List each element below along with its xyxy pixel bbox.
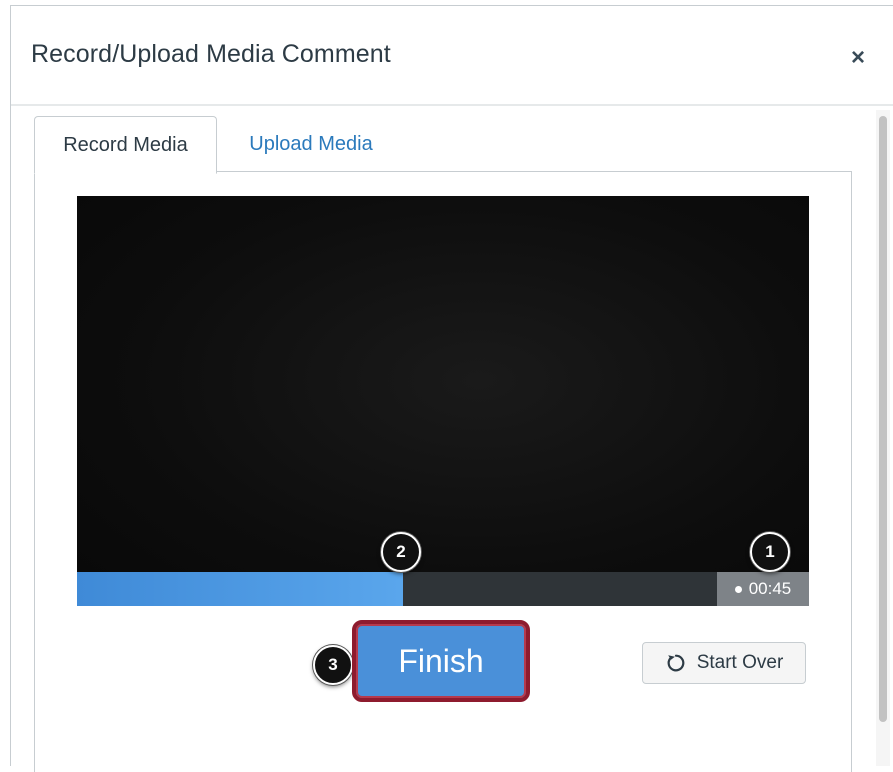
recording-progress-bar: 00:45: [77, 572, 809, 606]
start-over-label: Start Over: [696, 652, 784, 673]
recording-timer: 00:45: [717, 572, 809, 606]
callout-2: 2: [381, 532, 421, 572]
recording-dot-icon: [734, 585, 742, 593]
webcam-preview: 00:45 2 1: [77, 196, 809, 606]
dialog-scrollbar[interactable]: [876, 110, 890, 766]
callout-3: 3: [313, 645, 353, 685]
start-over-button[interactable]: Start Over: [642, 642, 806, 684]
tab-upload-media[interactable]: Upload Media: [226, 116, 396, 172]
close-icon[interactable]: ×: [851, 46, 865, 70]
timer-text: 00:45: [748, 579, 792, 598]
dialog-title: Record/Upload Media Comment: [31, 40, 391, 68]
scrollbar-thumb[interactable]: [879, 116, 887, 722]
callout-1: 1: [750, 532, 790, 572]
reload-icon: [667, 654, 685, 672]
tab-record-media[interactable]: Record Media: [34, 116, 217, 174]
recording-progress-fill: [77, 572, 403, 606]
dialog-header: Record/Upload Media Comment ×: [11, 6, 893, 106]
media-comment-dialog: Record/Upload Media Comment × Record Med…: [10, 5, 893, 772]
finish-button[interactable]: Finish: [352, 620, 530, 702]
